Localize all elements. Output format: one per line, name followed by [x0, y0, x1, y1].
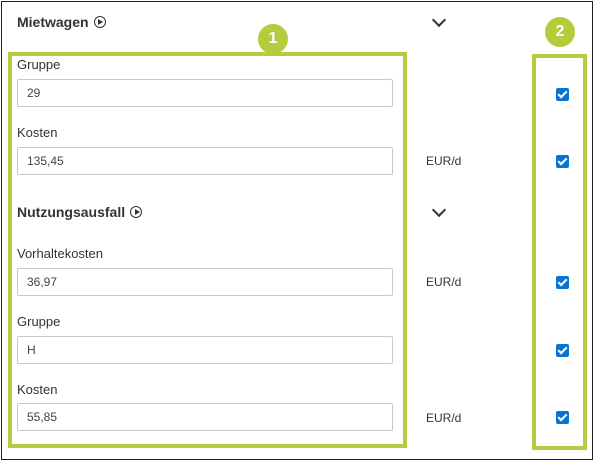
annotation-badge-1: 1 — [258, 24, 288, 54]
unit-label: EUR/d — [426, 411, 462, 425]
play-circle-icon[interactable] — [93, 16, 106, 28]
section-title-label: Mietwagen — [17, 14, 89, 30]
highlight-box-fields — [8, 52, 407, 448]
unit-label: EUR/d — [426, 275, 462, 289]
highlight-box-checkboxes — [532, 54, 587, 450]
section-title-mietwagen[interactable]: Mietwagen — [17, 14, 106, 30]
annotation-badge-2: 2 — [545, 17, 575, 47]
unit-label: EUR/d — [426, 154, 462, 168]
